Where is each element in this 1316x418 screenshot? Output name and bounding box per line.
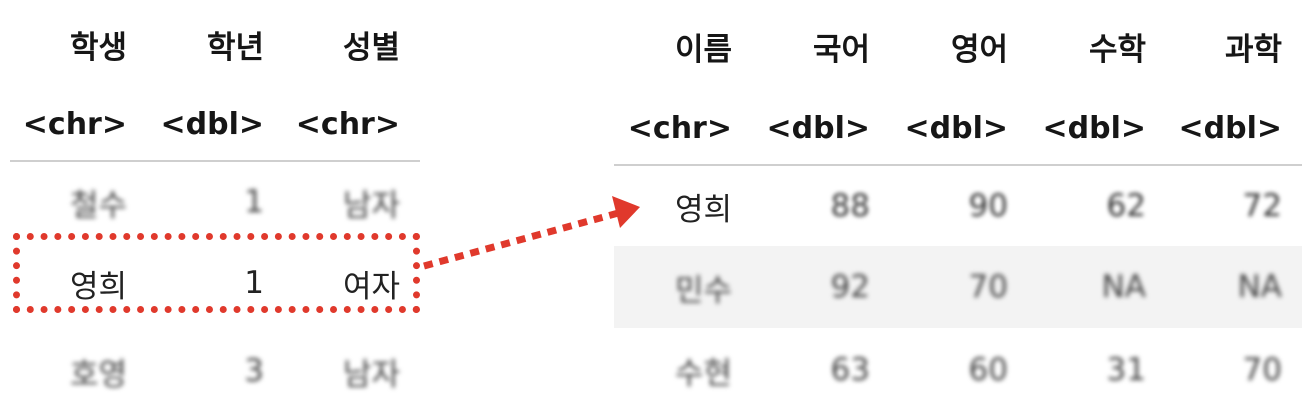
right-type-cell: <chr> bbox=[627, 110, 732, 146]
right-cell: 70 bbox=[1242, 352, 1282, 388]
right-cell: 60 bbox=[968, 352, 1008, 388]
highlight-box bbox=[13, 233, 420, 313]
left-table-row: 호영 3 남자 bbox=[10, 324, 420, 418]
left-header-row: 학생 학년 성별 bbox=[10, 0, 420, 88]
left-type-row: <chr> <dbl> <chr> bbox=[10, 88, 420, 160]
right-cell: 31 bbox=[1106, 352, 1146, 388]
right-cell: NA bbox=[1237, 269, 1282, 305]
right-type-cell: <dbl> bbox=[904, 110, 1008, 146]
left-cell: 남자 bbox=[342, 356, 400, 393]
right-type-cell: <dbl> bbox=[1178, 110, 1282, 146]
right-header-cell: 이름 bbox=[674, 31, 732, 68]
right-cell: 92 bbox=[830, 269, 870, 305]
right-cell: 88 bbox=[830, 188, 870, 224]
left-header-cell: 학년 bbox=[206, 29, 264, 66]
left-cell: 호영 bbox=[69, 356, 127, 393]
right-header-row: 이름 국어 영어 수학 과학 bbox=[614, 0, 1302, 92]
left-cell: 1 bbox=[244, 184, 264, 220]
right-cell: 영희 bbox=[674, 191, 732, 228]
right-table-row-matched: 영희 88 90 62 72 bbox=[614, 166, 1302, 246]
right-header-cell: 수학 bbox=[1088, 31, 1146, 68]
left-type-cell: <chr> bbox=[295, 106, 400, 142]
right-table: 이름 국어 영어 수학 과학 <chr> <dbl> <dbl> <dbl> <… bbox=[614, 0, 1302, 412]
left-table-row: 철수 1 남자 bbox=[10, 162, 420, 242]
connector-arrow-line bbox=[423, 208, 623, 270]
right-table-row: 수현 63 60 31 70 bbox=[614, 328, 1302, 412]
right-table-row: 민수 92 70 NA NA bbox=[614, 246, 1302, 328]
right-cell: 민수 bbox=[674, 272, 732, 309]
left-cell: 남자 bbox=[342, 187, 400, 224]
right-type-cell: <dbl> bbox=[1042, 110, 1146, 146]
left-cell: 철수 bbox=[69, 187, 127, 224]
right-type-row: <chr> <dbl> <dbl> <dbl> <dbl> bbox=[614, 92, 1302, 164]
right-header-cell: 국어 bbox=[812, 31, 870, 68]
right-type-cell: <dbl> bbox=[766, 110, 870, 146]
left-cell: 3 bbox=[244, 353, 264, 389]
right-header-cell: 과학 bbox=[1224, 31, 1282, 68]
right-cell: 70 bbox=[968, 269, 1008, 305]
left-table: 학생 학년 성별 <chr> <dbl> <chr> 철수 1 남자 영희 1 … bbox=[10, 0, 420, 418]
left-type-cell: <chr> bbox=[22, 106, 127, 142]
right-cell: 수현 bbox=[674, 355, 732, 392]
left-type-cell: <dbl> bbox=[160, 106, 264, 142]
right-cell: 62 bbox=[1106, 188, 1146, 224]
left-header-cell: 학생 bbox=[69, 29, 127, 66]
right-header-cell: 영어 bbox=[950, 31, 1008, 68]
right-cell: 72 bbox=[1242, 188, 1282, 224]
right-cell: 63 bbox=[830, 352, 870, 388]
left-header-cell: 성별 bbox=[342, 29, 400, 66]
right-cell: NA bbox=[1101, 269, 1146, 305]
right-cell: 90 bbox=[968, 188, 1008, 224]
